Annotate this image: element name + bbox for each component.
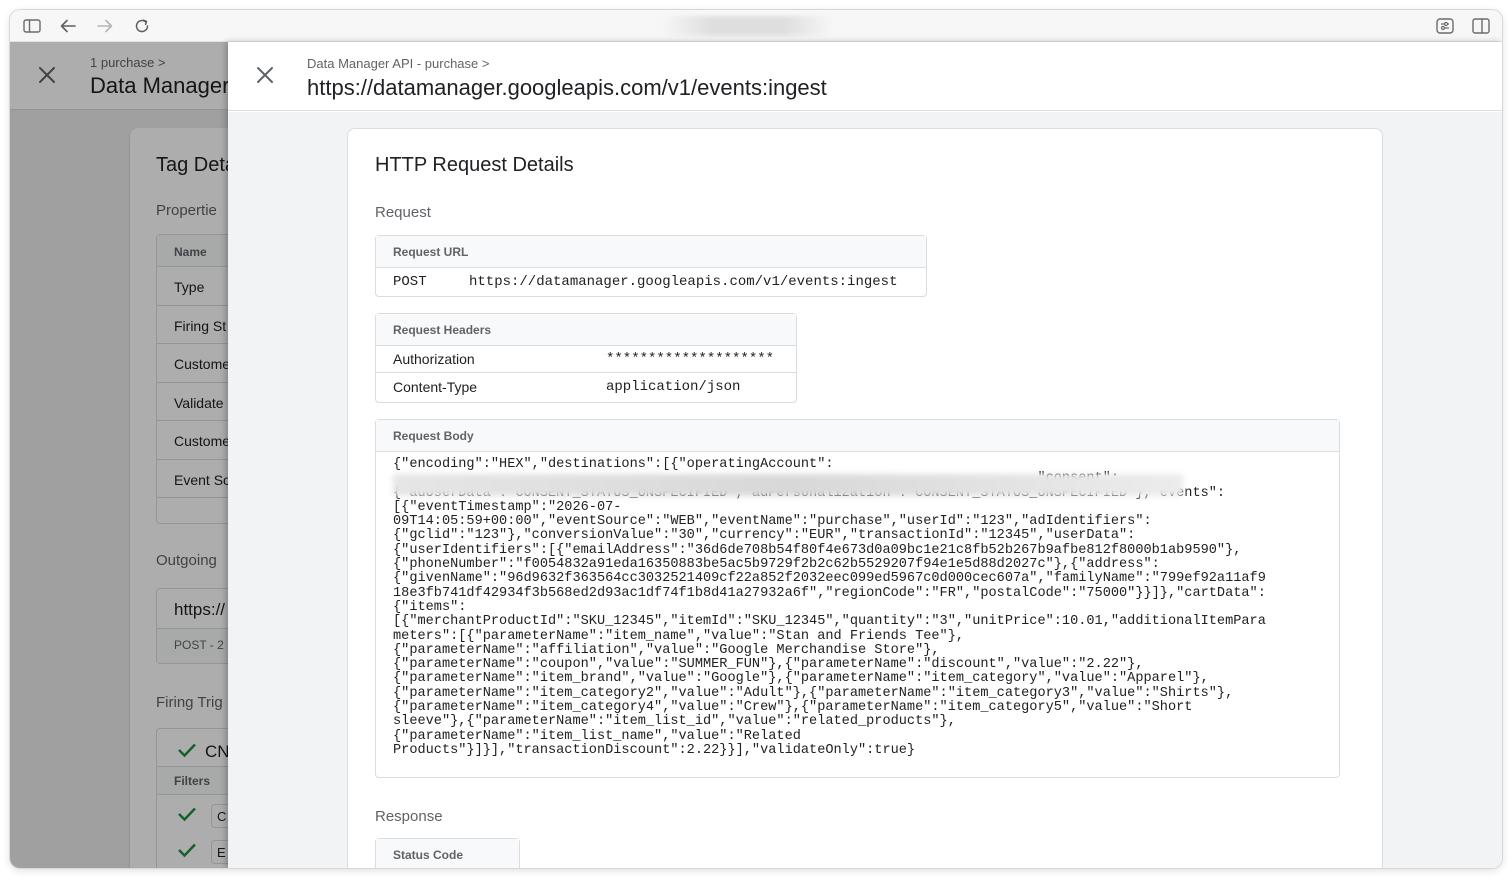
json-line: [{"merchantProductId":"SKU_12345","itemI… — [393, 614, 1266, 630]
json-line: {"encoding":"HEX","destinations":[{"oper… — [393, 457, 834, 472]
json-line: {"parameterName":"item_category2","value… — [393, 685, 1234, 701]
sidebar-icon[interactable] — [22, 16, 42, 36]
request-headers-header: Request Headers — [376, 314, 796, 346]
request-body-json: {"encoding":"HEX","destinations":[{"oper… — [393, 457, 1323, 758]
back-arrow-icon[interactable] — [58, 16, 78, 36]
http-request-details-card: HTTP Request Details Request Request URL… — [347, 128, 1383, 868]
json-line: {"userIdentifiers":[{"emailAddress":"36d… — [393, 542, 1242, 558]
json-line: {"parameterName":"coupon","value":"SUMME… — [393, 657, 1144, 673]
response-section-label: Response — [375, 808, 443, 825]
reload-icon[interactable] — [132, 16, 152, 36]
json-line: {"parameterName":"item_category4","value… — [393, 700, 1193, 716]
json-line: 09T14:05:59+00:00","eventSource":"WEB","… — [393, 514, 1152, 530]
header-value: application/json — [606, 378, 741, 395]
request-url-header: Request URL — [376, 236, 926, 268]
panel-body: HTTP Request Details Request Request URL… — [228, 112, 1502, 868]
json-line: {"parameterName":"item_list_name","value… — [393, 728, 801, 744]
redacted-region — [393, 474, 1183, 496]
json-line: {"phoneNumber":"f0054832a91eda16350883be… — [393, 557, 1160, 573]
json-line: {"parameterName":"item_brand","value":"G… — [393, 671, 1209, 687]
split-view-icon[interactable] — [1471, 16, 1491, 36]
json-line: sleeve"},{"parameterName":"item_list_id"… — [393, 714, 956, 730]
json-line: 18e3fb741df42934f3b568ed2d93ac1df74f1b8d… — [393, 585, 1266, 601]
request-section-label: Request — [375, 204, 431, 221]
http-method: POST — [393, 274, 427, 290]
header-value: ******************** — [606, 351, 775, 367]
request-headers-box: Request Headers Authorization **********… — [375, 313, 797, 403]
request-body-header: Request Body — [376, 420, 1339, 452]
status-code-box: Status Code — [375, 838, 520, 868]
json-line: {"items": — [393, 599, 467, 615]
close-icon[interactable] — [256, 66, 274, 89]
card-title: HTTP Request Details — [375, 154, 574, 176]
header-key: Authorization — [393, 351, 475, 367]
json-line: meters":[{"parameterName":"item_name","v… — [393, 628, 965, 644]
json-line: {"gclid":"123"},"conversionValue":"30","… — [393, 528, 1136, 544]
address-bar[interactable] — [660, 16, 835, 36]
page-title: https://datamanager.googleapis.com/v1/ev… — [307, 75, 827, 100]
browser-toolbar — [10, 10, 1502, 42]
request-url-row: POST https://datamanager.googleapis.com/… — [376, 268, 926, 296]
json-line: {"parameterName":"affiliation","value":"… — [393, 642, 940, 658]
header-row: Authorization ******************** — [376, 346, 796, 373]
request-url: https://datamanager.googleapis.com/v1/ev… — [469, 274, 898, 290]
json-line: Products"}]}],"transactionDiscount":2.22… — [393, 742, 916, 758]
header-row: Content-Type application/json — [376, 373, 796, 400]
scrim-overlay[interactable] — [10, 42, 228, 868]
json-line: {"givenName":"96d9632f363564cc3032521409… — [393, 571, 1266, 587]
request-url-box: Request URL POST https://datamanager.goo… — [375, 235, 927, 297]
request-body-box: Request Body {"encoding":"HEX","destinat… — [375, 419, 1340, 778]
browser-window: 1 purchase > Data Manager Tag Deta Prope… — [10, 10, 1502, 868]
panel-header: Data Manager API - purchase > https://da… — [228, 42, 1502, 111]
breadcrumb[interactable]: Data Manager API - purchase > — [307, 56, 489, 71]
forward-arrow-icon[interactable] — [95, 16, 115, 36]
status-code-header: Status Code — [376, 839, 519, 868]
request-details-panel: Data Manager API - purchase > https://da… — [228, 42, 1502, 868]
extensions-icon[interactable] — [1435, 16, 1455, 36]
json-line: [{"eventTimestamp":"2026-07- — [393, 499, 622, 515]
header-key: Content-Type — [393, 378, 478, 395]
